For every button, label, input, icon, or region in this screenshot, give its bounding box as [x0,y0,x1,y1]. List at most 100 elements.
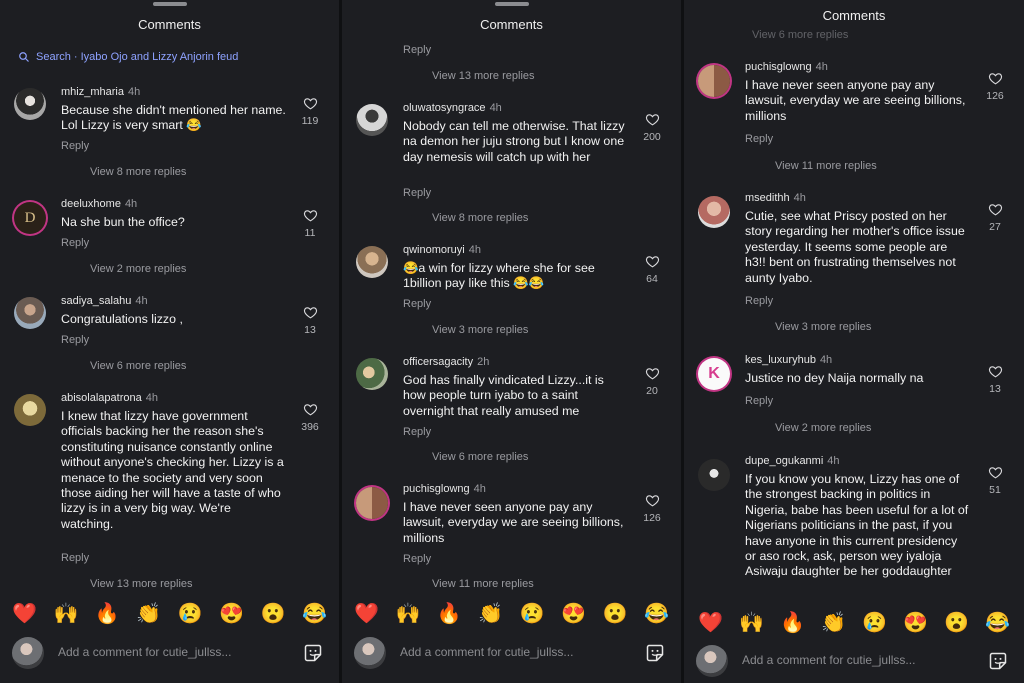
like-button[interactable]: 200 [637,112,667,143]
reply-button[interactable]: Reply [403,187,431,199]
avatar[interactable] [698,459,730,491]
comment-username[interactable]: puchisglowng 4h [403,483,486,495]
emoji-heart-eyes[interactable]: 😍 [561,601,586,626]
like-button[interactable]: 126 [637,493,667,524]
emoji-fire[interactable]: 🔥 [780,610,805,635]
drag-handle[interactable] [152,2,187,6]
comment-username[interactable]: officersagacity 2h [403,356,489,368]
like-button[interactable]: 13 [980,364,1010,395]
reply-button[interactable]: Reply [403,426,431,438]
emoji-heart-eyes[interactable]: 😍 [219,601,244,626]
like-button[interactable]: 396 [295,402,325,433]
avatar[interactable] [698,65,730,97]
emoji-heart[interactable]: ❤️ [354,601,379,626]
avatar[interactable] [356,358,388,390]
avatar[interactable] [14,297,46,329]
comment-username[interactable]: sadiya_salahu 4h [61,295,148,307]
reply-button[interactable]: Reply [745,133,773,145]
comment-username[interactable]: deeluxhome 4h [61,198,137,210]
view-more-replies[interactable]: View 2 more replies [775,422,871,434]
comment-input[interactable]: Add a comment for cutie_jullss... [58,645,231,659]
comment-username[interactable]: msedithh 4h [745,192,806,204]
emoji-cry[interactable]: 😢 [862,610,887,635]
emoji-wow[interactable]: 😮 [944,610,969,635]
heart-icon [303,402,318,417]
emoji-heart[interactable]: ❤️ [12,601,37,626]
emoji-laugh[interactable]: 😂 [644,601,669,626]
comment-username[interactable]: puchisglowng 4h [745,61,828,73]
comment-username[interactable]: abisolalapatrona 4h [61,392,158,404]
like-button[interactable]: 13 [295,305,325,336]
comment-input[interactable]: Add a comment for cutie_jullss... [400,645,573,659]
emoji-fire[interactable]: 🔥 [437,601,462,626]
avatar[interactable] [356,246,388,278]
heart-icon [303,96,318,111]
reply-button[interactable]: Reply [61,552,89,564]
avatar[interactable] [698,196,730,228]
reply-button[interactable]: Reply [61,334,89,346]
view-more-replies[interactable]: View 8 more replies [432,212,528,224]
avatar[interactable]: K [698,358,730,390]
emoji-clap[interactable]: 👏 [821,610,846,635]
view-more-replies[interactable]: View 11 more replies [432,578,534,590]
reply-button[interactable]: Reply [403,298,431,310]
view-more-replies[interactable]: View 2 more replies [90,263,186,275]
sticker-icon[interactable] [988,651,1008,671]
comment-input[interactable]: Add a comment for cutie_jullss... [742,653,915,667]
like-button[interactable]: 11 [295,208,325,239]
like-button[interactable]: 64 [637,254,667,285]
search-suggestion[interactable]: Search · Iyabo Ojo and Lizzy Anjorin feu… [18,51,238,63]
view-more-replies[interactable]: View 8 more replies [90,166,186,178]
comment-username[interactable]: qwinomoruyi 4h [403,244,481,256]
emoji-heart[interactable]: ❤️ [698,610,723,635]
like-button[interactable]: 119 [295,96,325,127]
emoji-laugh[interactable]: 😂 [985,610,1010,635]
avatar[interactable] [14,88,46,120]
emoji-raised-hands[interactable]: 🙌 [395,601,420,626]
comment-username[interactable]: dupe_ogukanmi 4h [745,455,840,467]
view-more-replies[interactable]: View 3 more replies [775,321,871,333]
sticker-icon[interactable] [645,643,665,663]
emoji-cry[interactable]: 😢 [520,601,545,626]
reply-button[interactable]: Reply [403,44,431,56]
avatar[interactable]: D [14,202,46,234]
reply-button[interactable]: Reply [61,140,89,152]
view-more-replies[interactable]: View 6 more replies [752,29,848,41]
sticker-icon[interactable] [303,643,323,663]
comment-username[interactable]: oluwatosyngrace 4h [403,102,502,114]
like-button[interactable]: 20 [637,366,667,397]
view-more-replies[interactable]: View 6 more replies [90,360,186,372]
comment-composer: Add a comment for cutie_jullss... [342,630,681,676]
like-button[interactable]: 27 [980,202,1010,233]
avatar[interactable] [356,104,388,136]
view-more-replies[interactable]: View 6 more replies [432,451,528,463]
reply-button[interactable]: Reply [61,237,89,249]
view-more-replies[interactable]: View 13 more replies [90,578,193,590]
emoji-laugh[interactable]: 😂 [302,601,327,626]
view-more-replies[interactable]: View 13 more replies [432,70,535,82]
emoji-raised-hands[interactable]: 🙌 [53,601,78,626]
reply-button[interactable]: Reply [403,553,431,565]
avatar[interactable] [356,487,388,519]
page-title: Comments [138,17,201,32]
reply-button[interactable]: Reply [745,395,773,407]
emoji-wow[interactable]: 😮 [261,601,286,626]
view-more-replies[interactable]: View 3 more replies [432,324,528,336]
emoji-wow[interactable]: 😮 [603,601,628,626]
reply-button[interactable]: Reply [745,295,773,307]
drag-handle[interactable] [494,2,529,6]
avatar[interactable] [14,394,46,426]
emoji-clap[interactable]: 👏 [136,601,161,626]
emoji-raised-hands[interactable]: 🙌 [739,610,764,635]
emoji-cry[interactable]: 😢 [178,601,203,626]
comment-time: 4h [819,354,833,366]
emoji-fire[interactable]: 🔥 [95,601,120,626]
comment-username[interactable]: kes_luxuryhub 4h [745,354,832,366]
like-button[interactable]: 126 [980,71,1010,102]
like-count: 27 [989,221,1001,233]
emoji-heart-eyes[interactable]: 😍 [903,610,928,635]
emoji-clap[interactable]: 👏 [478,601,503,626]
view-more-replies[interactable]: View 11 more replies [775,160,877,172]
like-button[interactable]: 51 [980,465,1010,496]
comment-username[interactable]: mhiz_mharia 4h [61,86,140,98]
